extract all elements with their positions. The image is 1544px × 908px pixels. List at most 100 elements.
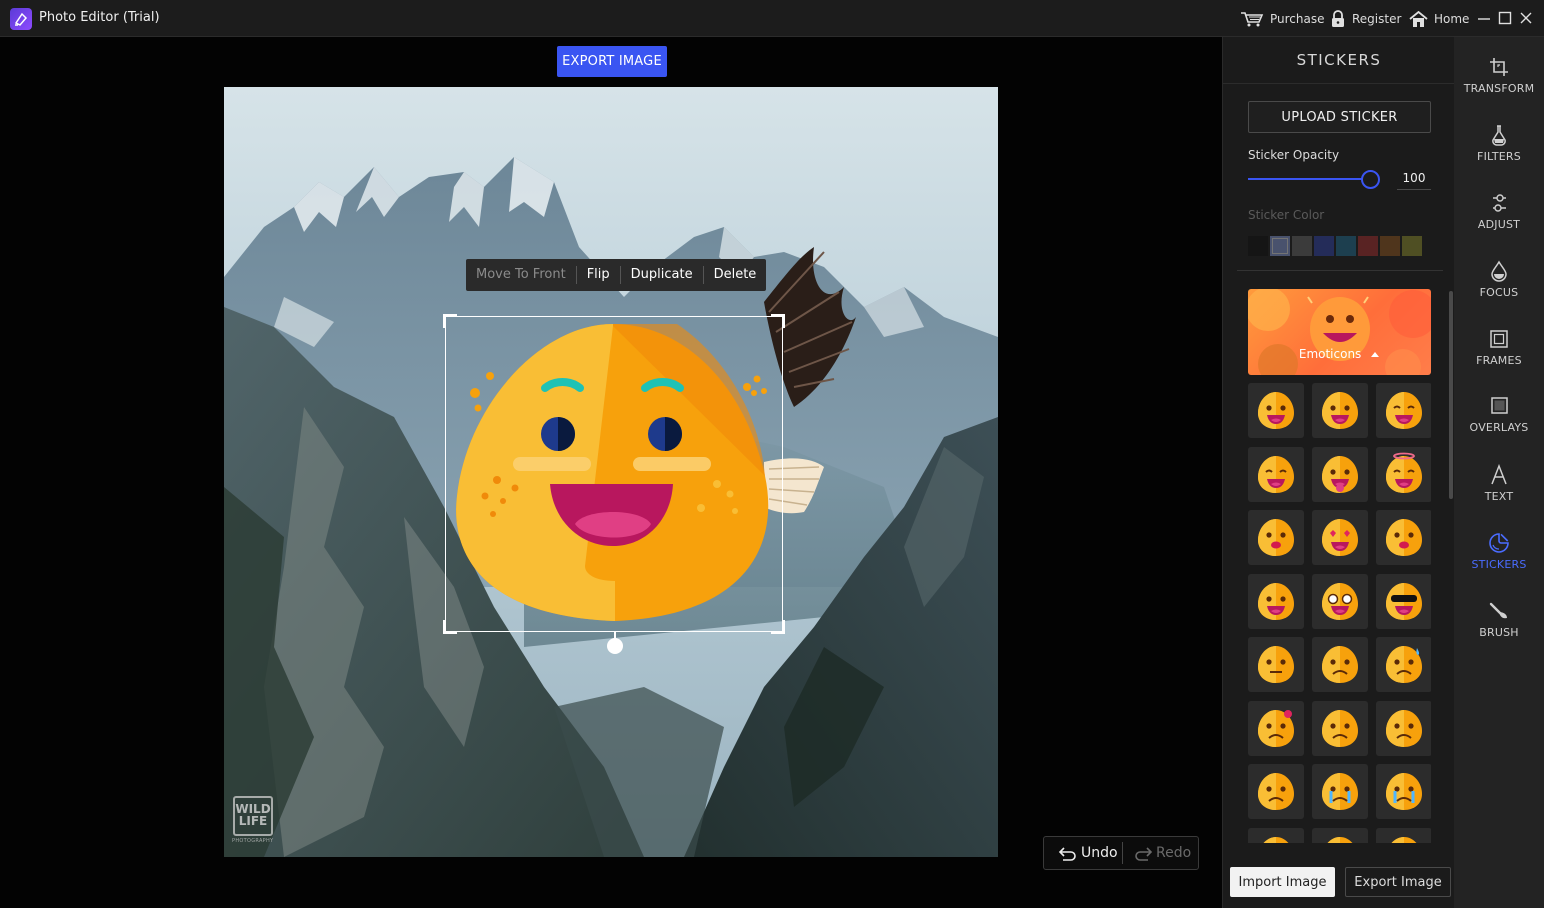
tool-transform[interactable]: TRANSFORM [1454, 56, 1544, 116]
sticker-opacity-label: Sticker Opacity [1248, 148, 1340, 162]
sticker-item-sob[interactable] [1376, 764, 1431, 819]
redo-label: Redo [1156, 845, 1192, 861]
resize-handle-tr[interactable] [771, 314, 785, 328]
sticker-item-kiss[interactable] [1248, 510, 1304, 565]
sad-emoji-icon [1386, 709, 1422, 747]
grin-emoji-icon [1327, 836, 1353, 843]
sticker-item-cool[interactable] [1376, 573, 1431, 629]
color-swatch[interactable] [1380, 236, 1400, 256]
tool-focus-label: FOCUS [1479, 286, 1519, 299]
window-title: Photo Editor (Trial) [39, 10, 160, 25]
close-button[interactable] [1517, 9, 1535, 27]
tool-text-label: TEXT [1484, 490, 1514, 503]
color-swatches [1248, 236, 1422, 256]
rotate-handle[interactable] [607, 638, 623, 654]
tool-overlays[interactable]: OVERLAYS [1454, 395, 1544, 455]
tool-text[interactable]: TEXT [1454, 464, 1544, 524]
rage-emoji-icon [1322, 709, 1358, 747]
close-icon [1520, 12, 1532, 24]
tongue-emoji-icon [1322, 455, 1358, 493]
duplicate-button[interactable]: Duplicate [621, 266, 704, 284]
category-emoticons-card[interactable]: Emoticons [1248, 289, 1431, 375]
text-icon [1491, 464, 1507, 485]
sticker-item-tongue[interactable] [1312, 446, 1368, 502]
purchase-label: Purchase [1270, 12, 1325, 26]
sticker-item-smile[interactable] [1248, 383, 1304, 438]
color-swatch[interactable] [1402, 236, 1422, 256]
lips-emoji-icon [1386, 519, 1422, 556]
purchase-link[interactable]: Purchase [1240, 9, 1325, 29]
sticker-item-cry[interactable] [1312, 764, 1368, 819]
sticker-item-happy[interactable] [1376, 827, 1431, 843]
happy-emoji-icon [1391, 836, 1417, 843]
selection-box[interactable] [443, 314, 785, 634]
resize-handle-bl[interactable] [443, 620, 457, 634]
sticker-context-toolbar: Move To Front Flip Duplicate Delete [466, 259, 767, 291]
resize-handle-tl[interactable] [443, 314, 457, 328]
home-link[interactable]: Home [1409, 9, 1469, 29]
sticker-item-hearts[interactable] [1312, 510, 1368, 565]
minimize-button[interactable] [1475, 9, 1493, 27]
sticker-item-grin[interactable] [1312, 827, 1368, 843]
undo-icon [1058, 847, 1076, 861]
adjust-icon [1493, 194, 1506, 212]
sticker-item-sweat[interactable] [1376, 637, 1431, 692]
sticker-color-label: Sticker Color [1248, 208, 1325, 222]
sticker-item-smile[interactable] [1248, 827, 1304, 843]
sticker-item-lips[interactable] [1376, 510, 1431, 565]
tool-focus[interactable]: FOCUS [1454, 260, 1544, 320]
flip-button[interactable]: Flip [577, 266, 621, 284]
tool-filters[interactable]: FILTERS [1454, 124, 1544, 184]
upload-sticker-button[interactable]: UPLOAD STICKER [1248, 101, 1431, 133]
color-swatch[interactable] [1248, 236, 1268, 256]
sticker-item-wink[interactable] [1248, 446, 1304, 502]
export-image-button[interactable]: EXPORT IMAGE [557, 46, 667, 77]
panel-title: STICKERS [1223, 37, 1455, 84]
resize-handle-br[interactable] [771, 620, 785, 634]
tool-frames[interactable]: FRAMES [1454, 328, 1544, 388]
wink-emoji-icon [1258, 455, 1294, 493]
opacity-slider-track[interactable] [1248, 178, 1371, 180]
import-image-button[interactable]: Import Image [1230, 867, 1335, 897]
export-image-bottom-button[interactable]: Export Image [1345, 867, 1451, 897]
brush-icon [1489, 602, 1507, 619]
undo-button[interactable]: Undo [1044, 845, 1122, 861]
sticker-item-happy[interactable] [1376, 383, 1431, 438]
sticker-item-worried[interactable] [1248, 764, 1304, 819]
sticker-item-sad[interactable] [1376, 700, 1431, 756]
tool-stickers[interactable]: STICKERS [1454, 532, 1544, 592]
maximize-icon [1498, 11, 1512, 25]
color-swatch[interactable] [1314, 236, 1334, 256]
move-to-front-button[interactable]: Move To Front [466, 266, 577, 284]
angry-emoji-icon [1258, 709, 1294, 747]
panel-scrollbar[interactable] [1449, 291, 1453, 499]
sticker-item-pout[interactable] [1312, 637, 1368, 692]
undo-redo-bar: Undo Redo [1043, 836, 1199, 870]
color-swatch[interactable] [1358, 236, 1378, 256]
tool-brush[interactable]: BRUSH [1454, 600, 1544, 660]
frame-icon [1490, 330, 1508, 348]
opacity-slider-knob[interactable] [1361, 170, 1380, 189]
sticker-item-angel[interactable] [1376, 446, 1431, 502]
tool-adjust[interactable]: ADJUST [1454, 192, 1544, 252]
register-link[interactable]: Register [1330, 9, 1401, 29]
delete-button[interactable]: Delete [704, 266, 767, 284]
sticker-item-shock[interactable] [1312, 573, 1368, 629]
color-swatch[interactable] [1336, 236, 1356, 256]
stickers-panel: STICKERS UPLOAD STICKER Sticker Opacity … [1222, 37, 1455, 908]
grin-emoji-icon [1322, 392, 1358, 429]
redo-button[interactable]: Redo [1122, 842, 1191, 864]
minimize-icon [1478, 18, 1490, 20]
caret-up-icon [1371, 352, 1380, 357]
color-swatch[interactable] [1270, 236, 1290, 256]
opacity-value[interactable]: 100 [1397, 171, 1431, 190]
category-label: Emoticons [1248, 347, 1431, 361]
color-swatch[interactable] [1292, 236, 1312, 256]
tool-stickers-label: STICKERS [1471, 558, 1527, 571]
sticker-item-blank[interactable] [1248, 637, 1304, 692]
maximize-button[interactable] [1496, 9, 1514, 27]
sticker-item-rage[interactable] [1312, 700, 1368, 756]
sticker-item-angry[interactable] [1248, 700, 1304, 756]
sticker-item-drool[interactable] [1248, 573, 1304, 629]
sticker-item-grin[interactable] [1312, 383, 1368, 438]
